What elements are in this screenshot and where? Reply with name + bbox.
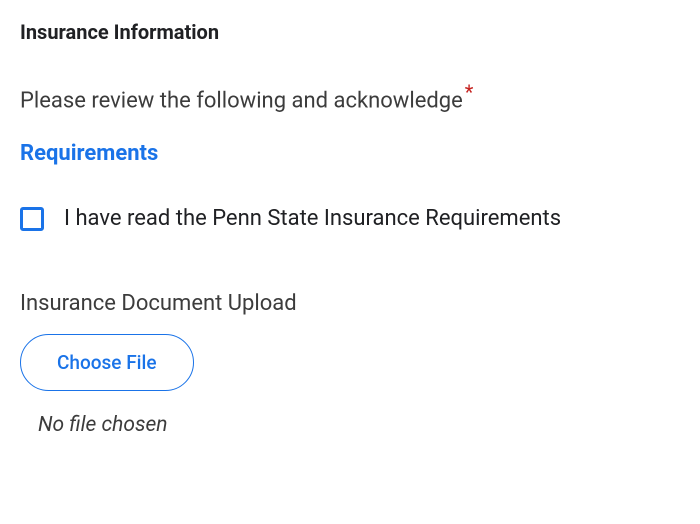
acknowledge-prompt: Please review the following and acknowle… <box>20 80 680 113</box>
upload-label: Insurance Document Upload <box>20 291 680 316</box>
acknowledge-checkbox[interactable] <box>20 207 44 231</box>
file-status: No file chosen <box>38 413 680 437</box>
section-title: Insurance Information <box>20 20 680 44</box>
acknowledge-checkbox-label[interactable]: I have read the Penn State Insurance Req… <box>64 206 561 231</box>
acknowledge-checkbox-row: I have read the Penn State Insurance Req… <box>20 206 680 231</box>
acknowledge-prompt-text: Please review the following and acknowle… <box>20 88 463 113</box>
requirements-link[interactable]: Requirements <box>20 141 158 166</box>
choose-file-button[interactable]: Choose File <box>20 334 194 391</box>
required-asterisk: * <box>465 80 474 104</box>
